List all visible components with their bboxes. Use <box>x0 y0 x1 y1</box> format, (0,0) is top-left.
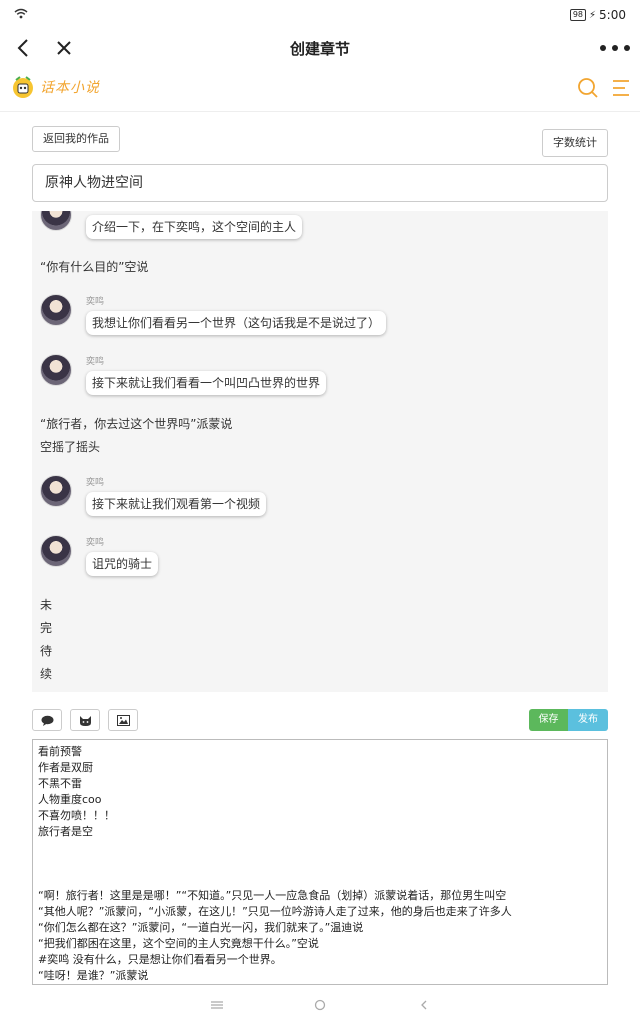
site-logo[interactable]: 话本小说 <box>10 74 100 100</box>
publish-button[interactable]: 发布 <box>568 709 608 731</box>
back-icon[interactable] <box>416 998 432 1012</box>
editor-line: 旅行者是空 <box>38 825 93 838</box>
search-icon[interactable] <box>576 76 600 100</box>
menu-icon[interactable] <box>610 76 632 100</box>
chat-bubble: 接下来就让我们看看一个叫凹凸世界的世界 <box>86 371 327 395</box>
avatar <box>40 535 72 567</box>
editor-line: “哇呀！是谁？”派蒙说 <box>38 969 149 982</box>
logo-mascot-icon <box>13 76 33 98</box>
chapter-title-input[interactable]: 原神人物进空间 <box>32 164 608 202</box>
clock: 5:00 <box>599 8 626 22</box>
narration-text: “旅行者，你去过这个世界吗”派蒙说 <box>40 417 233 431</box>
insert-image-button[interactable] <box>108 709 138 731</box>
editor-line: “啊！旅行者！这里是是哪！”“不知道。”只见一人一应急食品（划掉）派蒙说着话，那… <box>38 889 507 902</box>
chat-message: 介绍一下，在下奕鸣，这个空间的主人 <box>40 211 303 239</box>
chat-message: 奕鸣 接下来就让我们观看第一个视频 <box>40 475 267 516</box>
avatar <box>40 475 72 507</box>
wifi-icon <box>14 8 28 19</box>
page-title: 创建章节 <box>289 40 350 58</box>
narration-text: 完 <box>40 621 53 635</box>
narration-text: 续 <box>40 667 53 681</box>
word-count-button[interactable]: 字数统计 <box>542 129 608 157</box>
chat-sender-name: 奕鸣 <box>86 478 105 488</box>
chat-sender-name: 奕鸣 <box>86 297 105 307</box>
editor-line: #奕鸣 没有什么，只是想让你们看看另一个世界。 <box>38 953 282 966</box>
home-icon[interactable] <box>312 998 328 1012</box>
editor-line: “其他人呢？”派蒙问，“小派蒙，在这儿！”只见一位吟游诗人走了过来，他的身后也走… <box>38 905 512 918</box>
avatar <box>40 294 72 326</box>
editor-line: 人物重度coo <box>38 793 102 806</box>
chat-bubble: 介绍一下，在下奕鸣，这个空间的主人 <box>86 215 303 239</box>
battery-indicator: 98 <box>569 9 587 21</box>
editor-line: 不喜勿喷！！！ <box>38 809 115 822</box>
avatar <box>40 354 72 386</box>
narration-text: 空摇了摇头 <box>40 440 101 454</box>
chapter-preview[interactable]: 介绍一下，在下奕鸣，这个空间的主人 “你有什么目的”空说 奕鸣 我想让你们看看另… <box>32 211 608 692</box>
logo-wordmark: 话本小说 <box>40 80 100 96</box>
chat-sender-name: 奕鸣 <box>86 357 105 367</box>
save-button[interactable]: 保存 <box>529 709 568 731</box>
insert-dialogue-button[interactable] <box>32 709 62 731</box>
chat-sender-name: 奕鸣 <box>86 538 105 548</box>
editor-line: “你们怎么都在这？”派蒙问，“一道白光一闪，我们就来了。”温迪说 <box>38 921 364 934</box>
return-to-works-button[interactable]: 返回我的作品 <box>32 126 120 152</box>
system-nav-bar <box>0 990 640 1024</box>
chat-message: 奕鸣 我想让你们看看另一个世界（这句话我是不是说过了） <box>40 294 387 335</box>
insert-character-button[interactable] <box>70 709 100 731</box>
chat-message: 奕鸣 接下来就让我们看看一个叫凹凸世界的世界 <box>40 354 327 395</box>
site-header: 话本小说 <box>0 66 640 112</box>
narration-text: 待 <box>40 644 53 658</box>
title-bar: 创建章节 <box>0 30 640 66</box>
narration-text: “你有什么目的”空说 <box>40 260 149 274</box>
cat-face-icon <box>80 716 91 726</box>
recent-apps-icon[interactable] <box>209 998 225 1012</box>
chapter-content-editor[interactable]: 看前预警 作者是双厨 不黑不雷 人物重度coo 不喜勿喷！！！ 旅行者是空 “啊… <box>32 739 608 985</box>
chat-bubble: 我想让你们看看另一个世界（这句话我是不是说过了） <box>86 311 387 335</box>
chat-bubble-icon <box>41 715 54 726</box>
chat-message: 奕鸣 诅咒的骑士 <box>40 535 159 576</box>
narration-text: 未 <box>40 598 53 612</box>
image-icon <box>117 715 130 726</box>
more-dots-icon[interactable] <box>598 38 632 58</box>
status-bar: 98 ⚡ 5:00 <box>0 0 640 30</box>
editor-line: 看前预警 <box>38 745 82 758</box>
editor-line: 不黑不雷 <box>38 777 82 790</box>
avatar <box>40 211 72 231</box>
charging-icon: ⚡ <box>589 9 597 21</box>
editor-line: 作者是双厨 <box>38 761 93 774</box>
chat-bubble: 接下来就让我们观看第一个视频 <box>86 492 267 516</box>
chat-bubble: 诅咒的骑士 <box>86 552 159 576</box>
editor-line: “把我们都困在这里，这个空间的主人究竟想干什么。”空说 <box>38 937 319 950</box>
